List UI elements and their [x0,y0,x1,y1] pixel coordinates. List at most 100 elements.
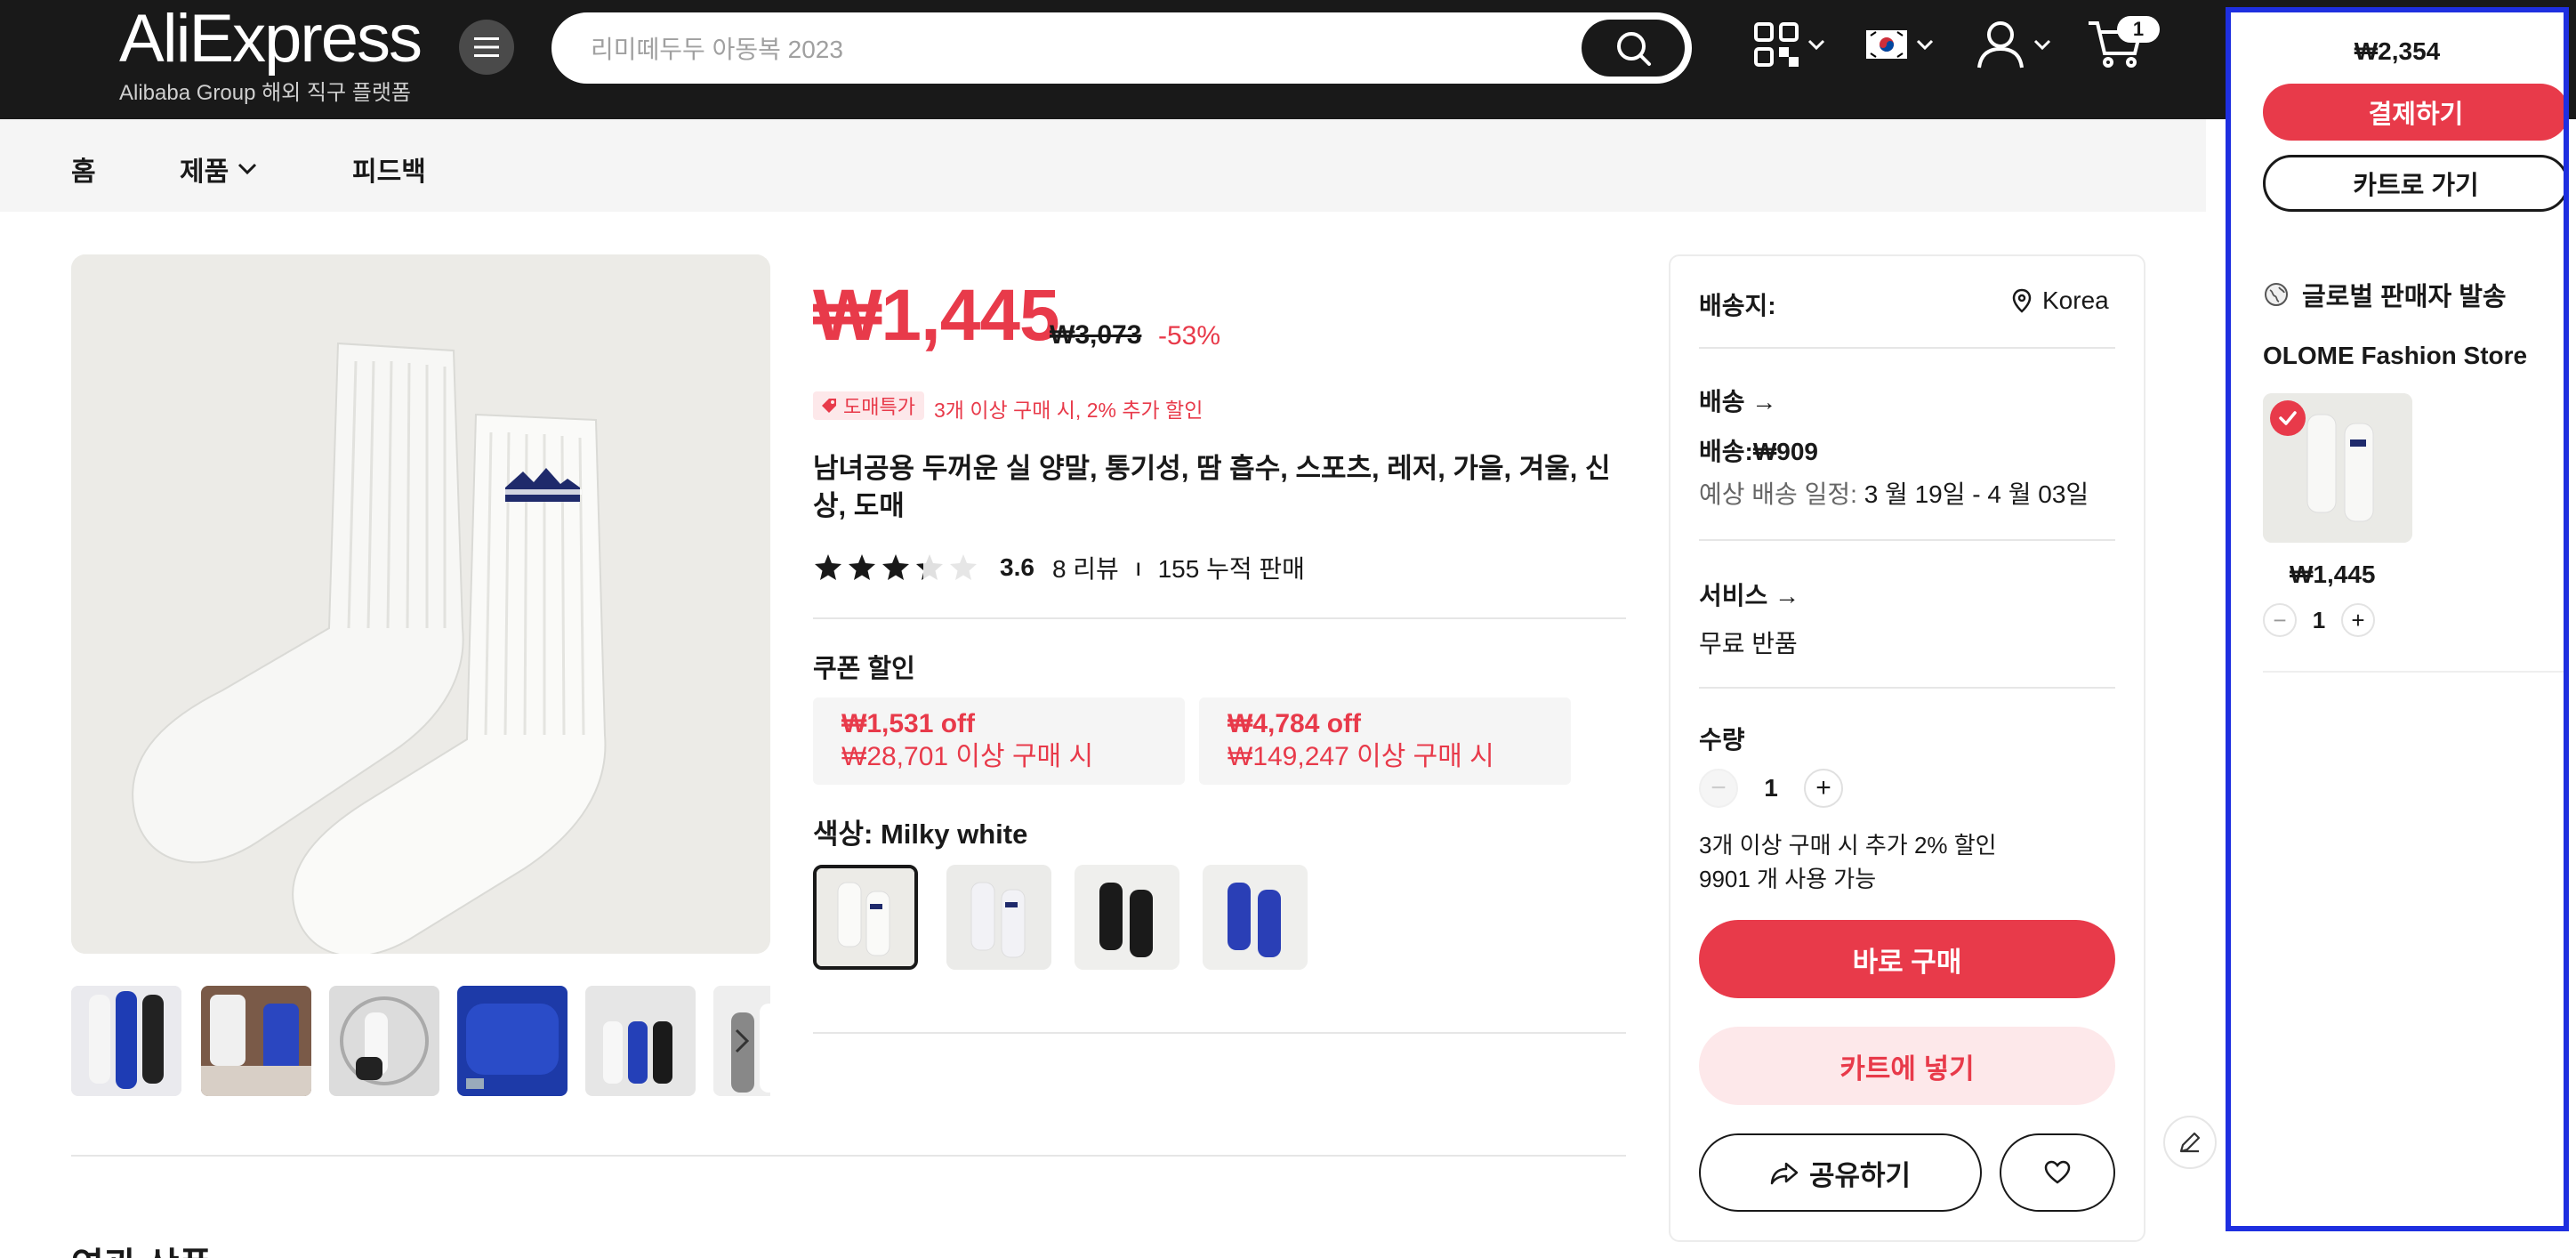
divider [1699,539,2115,541]
aliexpress-logo[interactable]: AliExpress Alibaba Group 해외 직구 플랫폼 [119,1,423,106]
thumbnail[interactable] [585,986,696,1096]
search-input[interactable] [591,32,1480,68]
global-seller-row: 글로벌 판매자 발송 [2263,276,2507,313]
thumbnail-image [201,986,311,1096]
add-to-cart-label: 카트에 넣기 [1839,1052,1975,1085]
mini-cart-panel: ₩2,354 결제하기 카트로 가기 글로벌 판매자 발송 OLOME Fash… [2226,7,2569,1231]
swatch-image [817,868,914,966]
qr-code-icon [1754,22,1799,67]
thumbnail[interactable] [201,986,311,1096]
divider [813,1032,1626,1034]
coupon-condition: ₩28,701 이상 구매 시 [841,742,1094,771]
original-price: ₩3,073 [1050,320,1142,350]
coupon-section-title: 쿠폰 할인 [813,655,915,683]
product-main-image[interactable] [71,254,770,954]
sold-count: 155 누적 판매 [1157,555,1305,583]
review-count[interactable]: 8 리뷰 [1052,550,1119,585]
search-button[interactable] [1582,20,1685,77]
ship-to-label: 배송지: [1699,292,1776,319]
check-icon [2279,411,2297,425]
coupon-card[interactable]: ₩4,784 off ₩149,247 이상 구매 시 [1199,698,1571,785]
share-icon [1770,1162,1799,1185]
thumbnail-image [329,986,439,1096]
logo-text: AliExpress [119,1,423,77]
category-nav: 홈 제품 피드백 [0,119,2206,212]
color-swatch-milky-white[interactable] [813,865,918,970]
service-value: 무료 반품 [1699,630,1798,657]
store-name[interactable]: OLOME Fashion Store [2263,342,2527,370]
ship-to-value: Korea [2042,286,2109,314]
nav-item-label: 피드백 [352,157,426,187]
nav-item-home[interactable]: 홈 [71,149,96,189]
eta-value: 3 월 19일 - 4 월 03일 [1864,480,2089,508]
cart-item-quantity-stepper: − 1 + [2263,603,2375,637]
socks-image [71,254,770,954]
nav-item-products[interactable]: 제품 [180,149,257,189]
thumbnail[interactable] [71,986,181,1096]
country-selector[interactable] [1866,18,1934,71]
nav-item-feedback[interactable]: 피드백 [352,149,426,189]
color-swatch-light-grey[interactable] [946,865,1051,970]
cart-total: ₩2,354 [2354,37,2441,65]
coupon-amount: ₩1,531 off [841,709,976,738]
top-header: AliExpress Alibaba Group 해외 직구 플랫폼 리미떼두두… [0,0,2576,119]
wishlist-button[interactable] [2000,1133,2115,1212]
global-seller-label: 글로벌 판매자 발송 [2302,283,2507,311]
chevron-down-icon [1807,39,1825,51]
service-link[interactable]: 서비스 → [1699,577,1799,612]
share-button[interactable]: 공유하기 [1699,1133,1982,1212]
cart-item-increase-button[interactable]: + [2341,603,2375,637]
swatch-image [1203,865,1308,970]
nav-item-label: 제품 [180,157,229,187]
chevron-down-icon [2033,39,2051,51]
rating-score: 3.6 [1000,553,1034,581]
bulk-deal-label: 도매특가 [843,396,915,418]
color-swatch-blue[interactable] [1203,865,1308,970]
add-to-cart-button[interactable]: 카트에 넣기 [1699,1027,2115,1105]
cart-item-price: ₩1,445 [2290,560,2376,588]
tag-icon [822,399,836,413]
checkout-button[interactable]: 결제하기 [2263,84,2564,141]
globe-icon [2265,283,2288,306]
account-menu[interactable] [1976,18,2051,71]
qr-code-menu[interactable] [1754,18,1825,71]
korea-flag-icon [1866,30,1907,59]
thumbnail-strip [71,986,770,1096]
ship-to-selector[interactable]: Korea [2012,286,2109,315]
coupon-condition: ₩149,247 이상 구매 시 [1228,742,1494,771]
cart-item-decrease-button[interactable]: − [2263,603,2297,637]
coupon-card[interactable]: ₩1,531 off ₩28,701 이상 구매 시 [813,698,1185,785]
star-rating[interactable] [813,552,980,583]
delivery-link[interactable]: 배송 → [1699,383,1776,418]
thumbnail[interactable] [457,986,568,1096]
thumbnail[interactable] [329,986,439,1096]
cart-item-image[interactable] [2263,393,2412,543]
stock-available: 9901 개 사용 가능 [1699,866,1877,892]
color-swatch-black[interactable] [1075,865,1179,970]
go-to-cart-label: 카트로 가기 [2353,172,2479,200]
buy-now-label: 바로 구매 [1852,946,1962,978]
quantity-increase-button[interactable]: + [1804,769,1843,808]
chevron-right-icon[interactable] [731,1027,753,1055]
color-label: 색상: Milky white [813,819,1028,850]
search-bar [551,12,1692,84]
divider [1699,347,2115,349]
nav-item-label: 홈 [71,157,96,187]
go-to-cart-button[interactable]: 카트로 가기 [2263,155,2564,212]
rating-row: 3.6 8 리뷰 ı 155 누적 판매 [813,550,1305,585]
related-products-title: 연관 상품 [71,1237,212,1258]
share-label: 공유하기 [1808,1159,1912,1191]
quantity-label: 수량 [1699,726,1745,754]
chevron-down-icon [1916,39,1934,51]
quantity-decrease-button[interactable]: − [1699,769,1738,808]
edit-button[interactable] [2163,1116,2217,1169]
cart-item-quantity: 1 [2312,606,2326,633]
menu-button[interactable] [459,20,514,75]
item-selected-checkbox[interactable] [2270,400,2306,436]
logo-subtitle: Alibaba Group 해외 직구 플랫폼 [119,81,411,105]
delivery-eta: 예상 배송 일정: 3 월 19일 - 4 월 03일 [1699,475,2089,511]
quantity-value: 1 [1764,774,1778,802]
thumbnail-image [71,986,181,1096]
heart-icon [2044,1160,2071,1184]
buy-now-button[interactable]: 바로 구매 [1699,920,2115,998]
